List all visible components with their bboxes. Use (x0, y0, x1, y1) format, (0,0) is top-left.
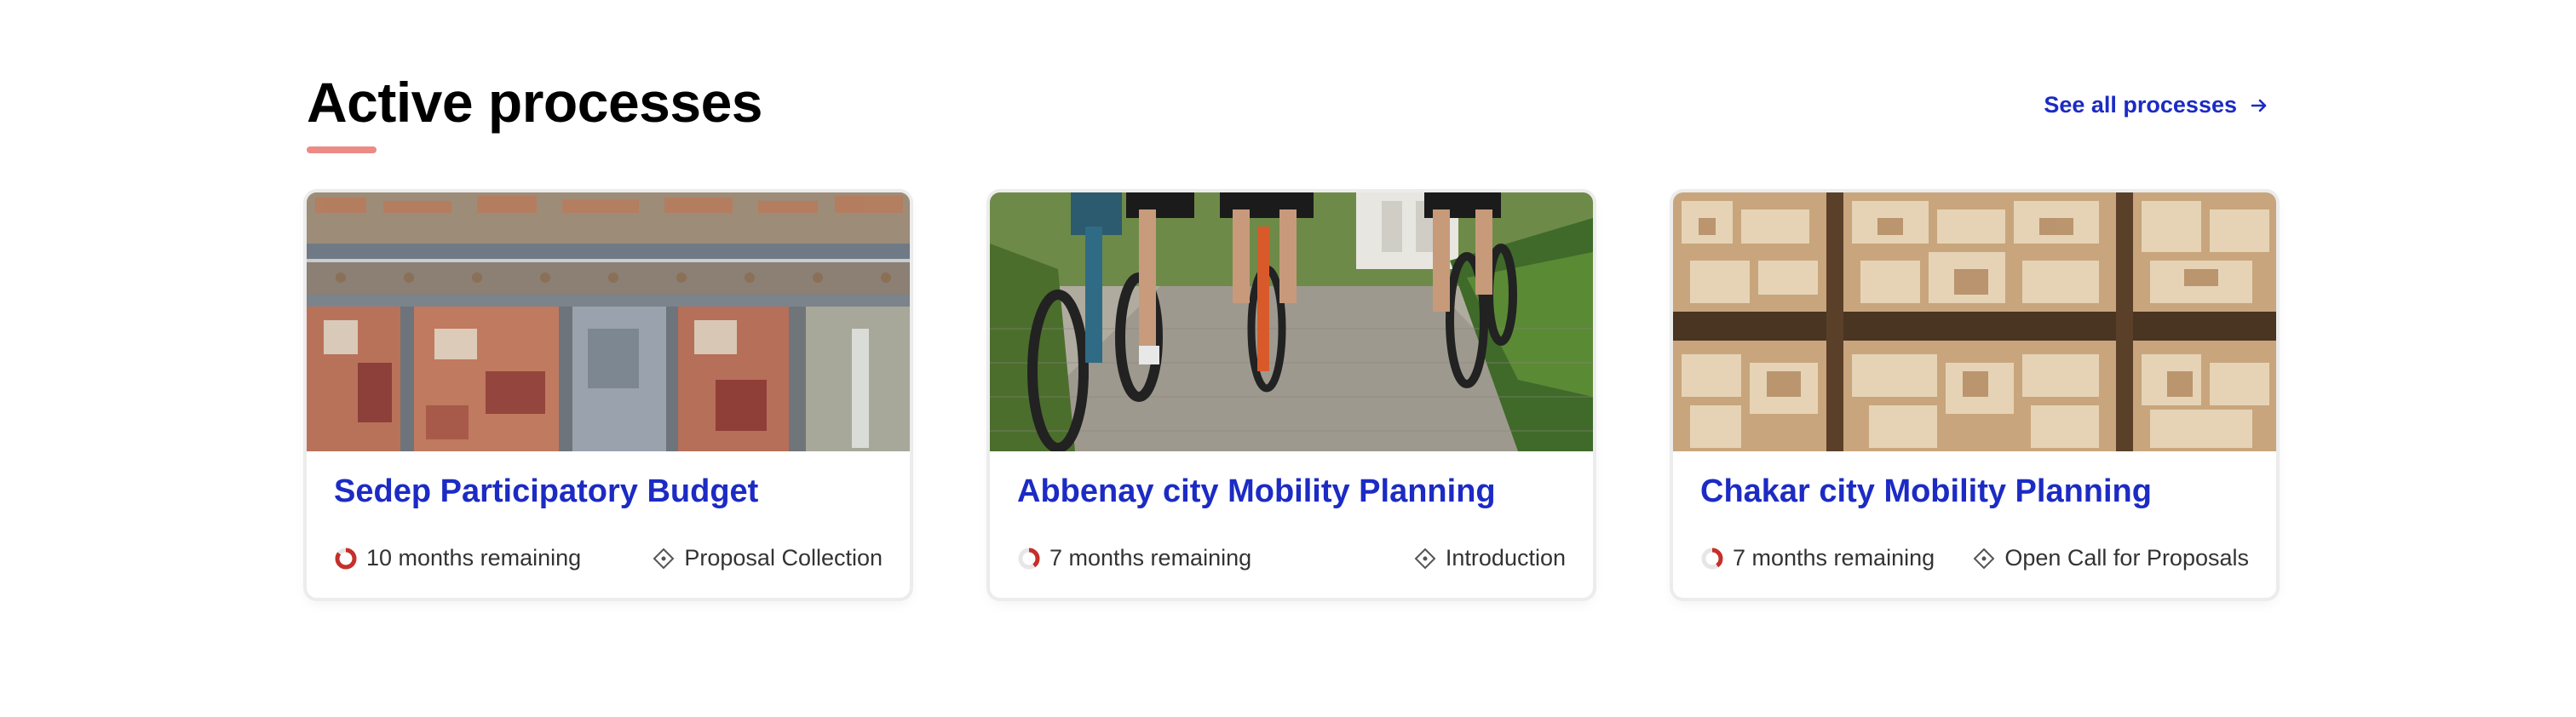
active-processes-section: Active processes See all processes Sedep… (307, 0, 2276, 717)
phase-label: Open Call for Proposals (2004, 545, 2249, 571)
process-meta: 7 months remaining Open Call for Proposa… (1700, 545, 2249, 571)
time-remaining-label: 10 months remaining (366, 545, 582, 571)
progress-ring-icon (1701, 548, 1723, 569)
diamond-icon (653, 548, 675, 569)
time-remaining-label: 7 months remaining (1733, 545, 1935, 571)
progress-ring-icon (335, 548, 357, 569)
process-title[interactable]: Sedep Participatory Budget (334, 473, 758, 510)
section-title: Active processes (307, 71, 763, 134)
process-image-cyclists[interactable] (990, 192, 1593, 451)
process-image-aerial-city[interactable] (307, 192, 910, 451)
see-all-label: See all processes (2044, 92, 2237, 118)
phase-label: Proposal Collection (684, 545, 883, 571)
title-accent-underline (307, 146, 377, 153)
time-remaining-label: 7 months remaining (1049, 545, 1252, 571)
process-phase: Introduction (1413, 545, 1566, 571)
arrow-right-icon (2251, 99, 2267, 112)
process-card[interactable]: Sedep Participatory Budget 10 months rem… (307, 192, 910, 598)
process-meta: 7 months remaining Introduction (1017, 545, 1566, 571)
process-image-desert-city[interactable] (1673, 192, 2276, 451)
process-cards: Sedep Participatory Budget 10 months rem… (307, 192, 2276, 601)
process-card[interactable]: Abbenay city Mobility Planning 7 months … (990, 192, 1593, 598)
diamond-icon (1414, 548, 1436, 569)
process-phase: Open Call for Proposals (1972, 545, 2249, 571)
process-title[interactable]: Chakar city Mobility Planning (1700, 473, 2152, 510)
time-remaining: 7 months remaining (1700, 545, 1935, 571)
diamond-icon (1973, 548, 1995, 569)
time-remaining: 10 months remaining (334, 545, 581, 571)
phase-label: Introduction (1445, 545, 1566, 571)
process-phase: Proposal Collection (652, 545, 883, 571)
process-card[interactable]: Chakar city Mobility Planning 7 months r… (1673, 192, 2276, 598)
time-remaining: 7 months remaining (1017, 545, 1251, 571)
process-meta: 10 months remaining Proposal Collection (334, 545, 883, 571)
process-title[interactable]: Abbenay city Mobility Planning (1017, 473, 1496, 510)
progress-ring-icon (1018, 548, 1040, 569)
see-all-processes-link[interactable]: See all processes (2044, 92, 2269, 118)
